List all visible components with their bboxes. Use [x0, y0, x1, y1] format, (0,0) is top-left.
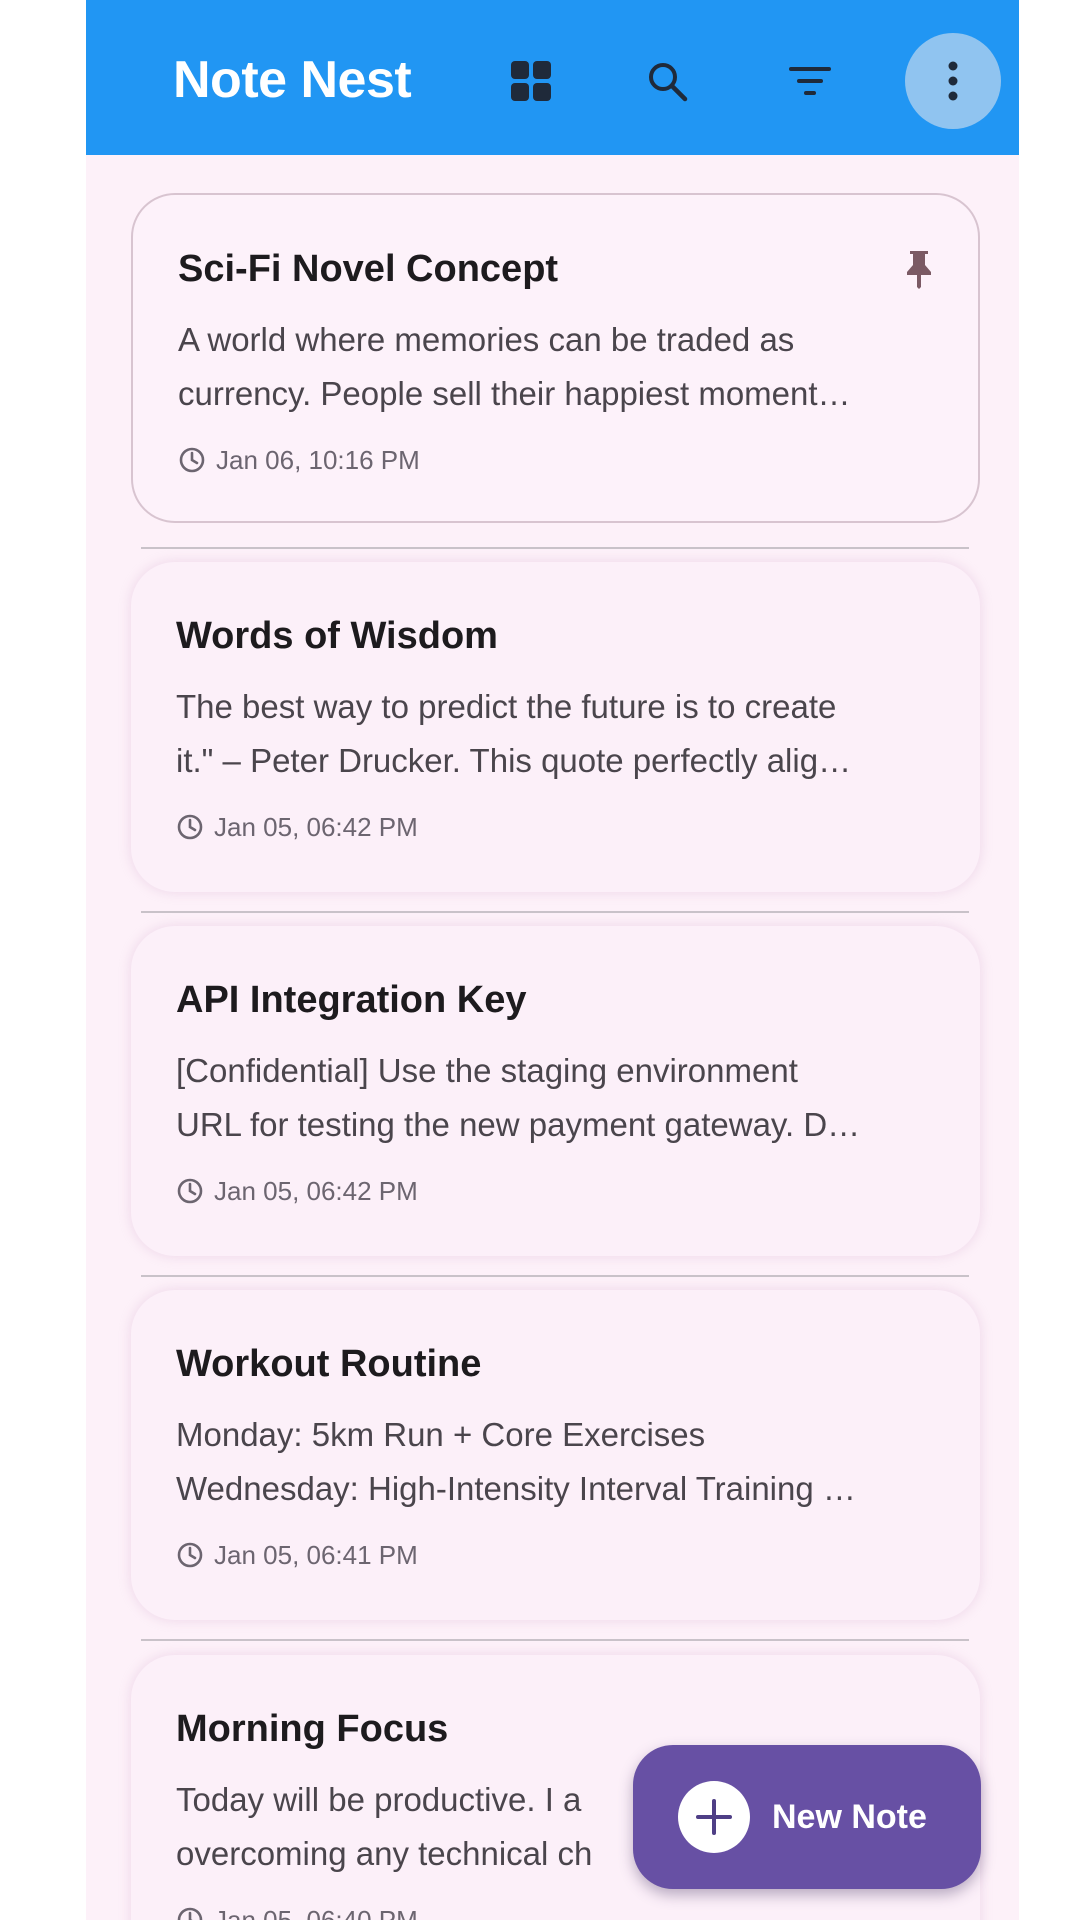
note-timestamp: Jan 05, 06:40 PM [176, 1903, 418, 1920]
note-title: API Integration Key [176, 979, 527, 1021]
note-time-text: Jan 05, 06:42 PM [214, 1175, 418, 1206]
pin-icon[interactable] [904, 249, 934, 289]
note-card[interactable]: Workout Routine Monday: 5km Run + Core E… [131, 1290, 980, 1620]
note-preview: Monday: 5km Run + Core Exercises Wednesd… [176, 1408, 936, 1516]
note-preview-line: it." – Peter Drucker. This quote perfect… [176, 742, 852, 779]
note-title: Words of Wisdom [176, 615, 498, 657]
more-vert-icon [948, 61, 958, 101]
app-bar: Note Nest [86, 0, 1019, 155]
note-preview-line: A world where memories can be traded as [178, 321, 795, 358]
note-card[interactable]: Sci-Fi Novel Concept A world where memor… [131, 193, 980, 523]
divider [141, 1275, 969, 1277]
note-preview-line: Monday: 5km Run + Core Exercises [176, 1416, 706, 1453]
note-preview-line: Wednesday: High-Intensity Interval Train… [176, 1470, 856, 1507]
clock-icon [177, 1178, 203, 1204]
note-timestamp: Jan 06, 10:16 PM [178, 443, 420, 477]
clock-icon [179, 447, 205, 473]
note-timestamp: Jan 05, 06:41 PM [176, 1538, 418, 1572]
note-preview: A world where memories can be traded as … [178, 313, 938, 421]
note-preview-line: [Confidential] Use the staging environme… [176, 1052, 798, 1089]
note-title: Sci-Fi Novel Concept [178, 248, 559, 290]
note-title: Morning Focus [176, 1708, 449, 1750]
grid-view-button[interactable] [483, 33, 579, 129]
note-title: Workout Routine [176, 1343, 482, 1385]
note-preview: The best way to predict the future is to… [176, 680, 936, 788]
note-time-text: Jan 06, 10:16 PM [216, 444, 420, 475]
new-note-label: New Note [772, 1797, 927, 1836]
app-title: Note Nest [173, 51, 412, 109]
divider [141, 1639, 969, 1641]
note-card[interactable]: API Integration Key [Confidential] Use t… [131, 926, 980, 1256]
note-card[interactable]: Words of Wisdom The best way to predict … [131, 562, 980, 892]
divider [141, 547, 969, 549]
clock-icon [177, 1907, 203, 1920]
clock-icon [177, 814, 203, 840]
note-preview-line: The best way to predict the future is to… [176, 688, 837, 725]
note-nest-screen: Note Nest Sci-Fi Novel Concept A world w… [86, 0, 1019, 1920]
search-icon [649, 63, 688, 102]
search-button[interactable] [619, 33, 715, 129]
note-preview-line: URL for testing the new payment gateway.… [176, 1106, 861, 1143]
note-timestamp: Jan 05, 06:42 PM [176, 810, 418, 844]
grid-view-icon [511, 61, 551, 101]
more-options-button[interactable] [905, 33, 1001, 129]
filter-icon [789, 67, 831, 95]
add-icon-container [678, 1781, 750, 1853]
note-time-text: Jan 05, 06:41 PM [214, 1539, 418, 1570]
note-time-text: Jan 05, 06:42 PM [214, 811, 418, 842]
filter-button[interactable] [762, 33, 858, 129]
note-preview-line: currency. People sell their happiest mom… [178, 375, 851, 412]
new-note-button[interactable]: New Note [633, 1745, 981, 1889]
note-preview: [Confidential] Use the staging environme… [176, 1044, 936, 1152]
clock-icon [177, 1542, 203, 1568]
add-icon [696, 1799, 732, 1835]
note-time-text: Jan 05, 06:40 PM [214, 1904, 418, 1920]
note-timestamp: Jan 05, 06:42 PM [176, 1174, 418, 1208]
divider [141, 911, 969, 913]
